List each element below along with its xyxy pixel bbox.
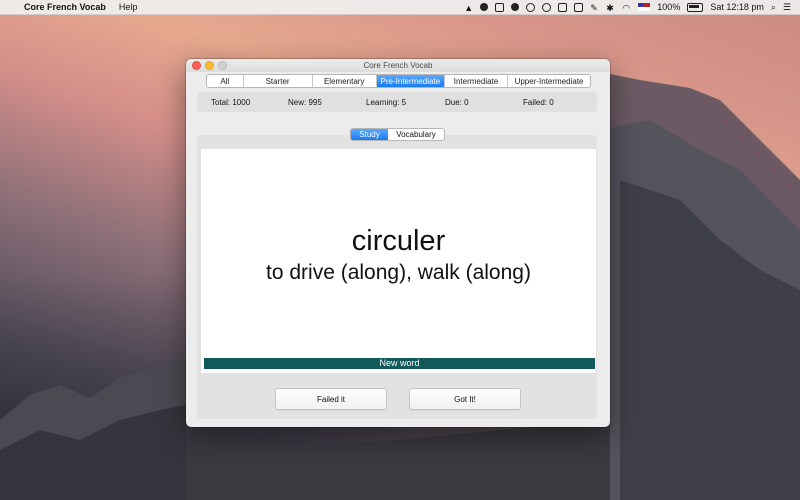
window-icon[interactable] [574, 2, 584, 12]
tab-upper-intermediate[interactable]: Upper-Intermediate [508, 75, 590, 87]
pen-icon[interactable]: ✎ [590, 3, 599, 13]
tab-study[interactable]: Study [351, 129, 388, 140]
stat-failed: Failed: 0 [523, 98, 554, 107]
tab-pre-intermediate[interactable]: Pre-Intermediate [376, 75, 445, 87]
level-tabs: All Starter Elementary Pre-Intermediate … [206, 74, 591, 88]
battery-icon[interactable] [687, 2, 704, 12]
clock[interactable]: Sat 12:18 pm [710, 2, 764, 12]
clipboard-icon[interactable] [558, 2, 568, 12]
flashcard: circuler to drive (along), walk (along) … [201, 149, 596, 373]
tab-intermediate[interactable]: Intermediate [445, 75, 509, 87]
battery-percent[interactable]: 100% [657, 2, 680, 12]
mode-tabs: Study Vocabulary [350, 128, 445, 141]
evernote-icon[interactable] [511, 3, 520, 11]
dnd-icon[interactable] [542, 2, 552, 12]
list-icon[interactable]: ☰ [783, 2, 791, 13]
wifi-icon[interactable]: ◠ [622, 3, 631, 13]
failed-it-button[interactable]: Failed it [275, 388, 387, 410]
tab-starter[interactable]: Starter [244, 75, 313, 87]
card-translation: to drive (along), walk (along) [266, 261, 531, 284]
tab-all[interactable]: All [207, 75, 244, 87]
stat-new: New: 995 [288, 98, 322, 107]
dropbox-icon[interactable] [495, 2, 505, 12]
menu-bar: Core French Vocab Help ▲ ✎ ✱ ◠ 100% Sat … [0, 0, 800, 15]
app-menu[interactable]: Core French Vocab [24, 2, 106, 12]
stat-learning: Learning: 5 [366, 98, 407, 107]
tab-vocabulary[interactable]: Vocabulary [388, 129, 444, 140]
notification-icon[interactable]: ▲ [464, 3, 473, 13]
app-window: Core French Vocab All Starter Elementary… [186, 59, 610, 427]
stat-total: Total: 1000 [211, 98, 251, 107]
sync-icon[interactable] [526, 2, 536, 12]
card-word: circuler [351, 225, 446, 257]
stats-bar: Total: 1000 New: 995 Learning: 5 Due: 0 … [197, 92, 597, 112]
card-status-badge: New word [204, 358, 595, 369]
search-icon[interactable]: ⌕ [771, 2, 776, 13]
tab-elementary[interactable]: Elementary [313, 75, 377, 87]
help-menu[interactable]: Help [119, 2, 138, 12]
title-bar: Core French Vocab [186, 59, 610, 72]
stat-due: Due: 0 [445, 98, 469, 107]
got-it-button[interactable]: Got It! [409, 388, 521, 410]
flag-icon[interactable] [638, 3, 651, 11]
bluetooth-icon[interactable]: ✱ [606, 3, 615, 13]
window-title: Core French Vocab [363, 61, 433, 70]
drive-icon[interactable] [480, 3, 489, 11]
